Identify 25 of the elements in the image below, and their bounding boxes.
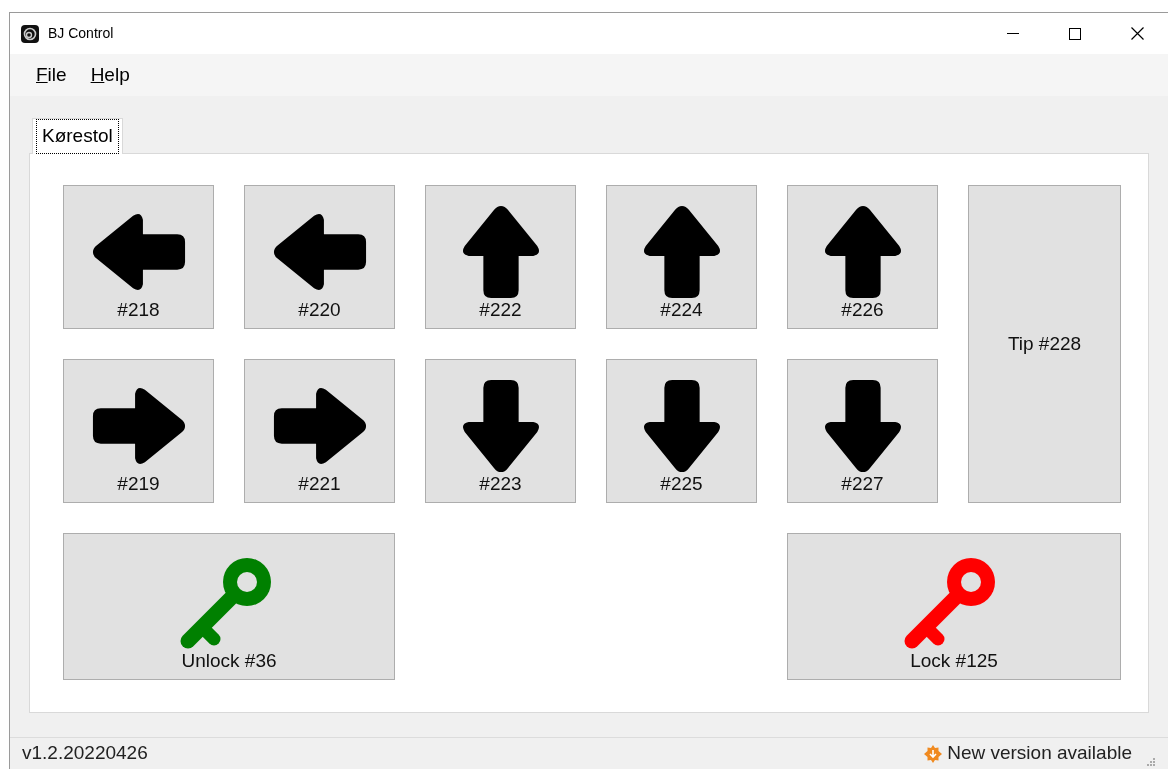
tab[interactable]: Kørestol xyxy=(32,118,123,154)
window-title: BJ Control xyxy=(48,24,114,43)
update-notice[interactable]: New version available xyxy=(947,739,1132,768)
control-button[interactable]: #227 xyxy=(787,359,938,503)
control-button[interactable]: #219 xyxy=(63,359,214,503)
control-button[interactable]: #221 xyxy=(244,359,395,503)
version-label: v1.2.20220426 xyxy=(22,741,148,766)
minimize-icon xyxy=(1007,32,1019,35)
control-button[interactable]: #223 xyxy=(425,359,576,503)
control-button[interactable]: #226 xyxy=(787,185,938,329)
control-button[interactable]: #225 xyxy=(606,359,757,503)
control-button[interactable]: Lock #125 xyxy=(787,533,1121,680)
control-button[interactable]: Unlock #36 xyxy=(63,533,395,680)
maximize-icon xyxy=(1069,27,1081,40)
resize-grip-icon[interactable] xyxy=(1146,757,1156,767)
control-button[interactable]: #218 xyxy=(63,185,214,329)
menu-item[interactable]: File xyxy=(26,58,77,92)
app-icon xyxy=(21,24,39,43)
update-icon xyxy=(924,744,943,763)
control-button[interactable]: #224 xyxy=(606,185,757,329)
control-button[interactable]: #222 xyxy=(425,185,576,329)
close-icon xyxy=(1130,27,1144,40)
menu-item[interactable]: Help xyxy=(80,58,140,92)
control-button[interactable]: Tip #228 xyxy=(968,185,1121,503)
control-button[interactable]: #220 xyxy=(244,185,395,329)
